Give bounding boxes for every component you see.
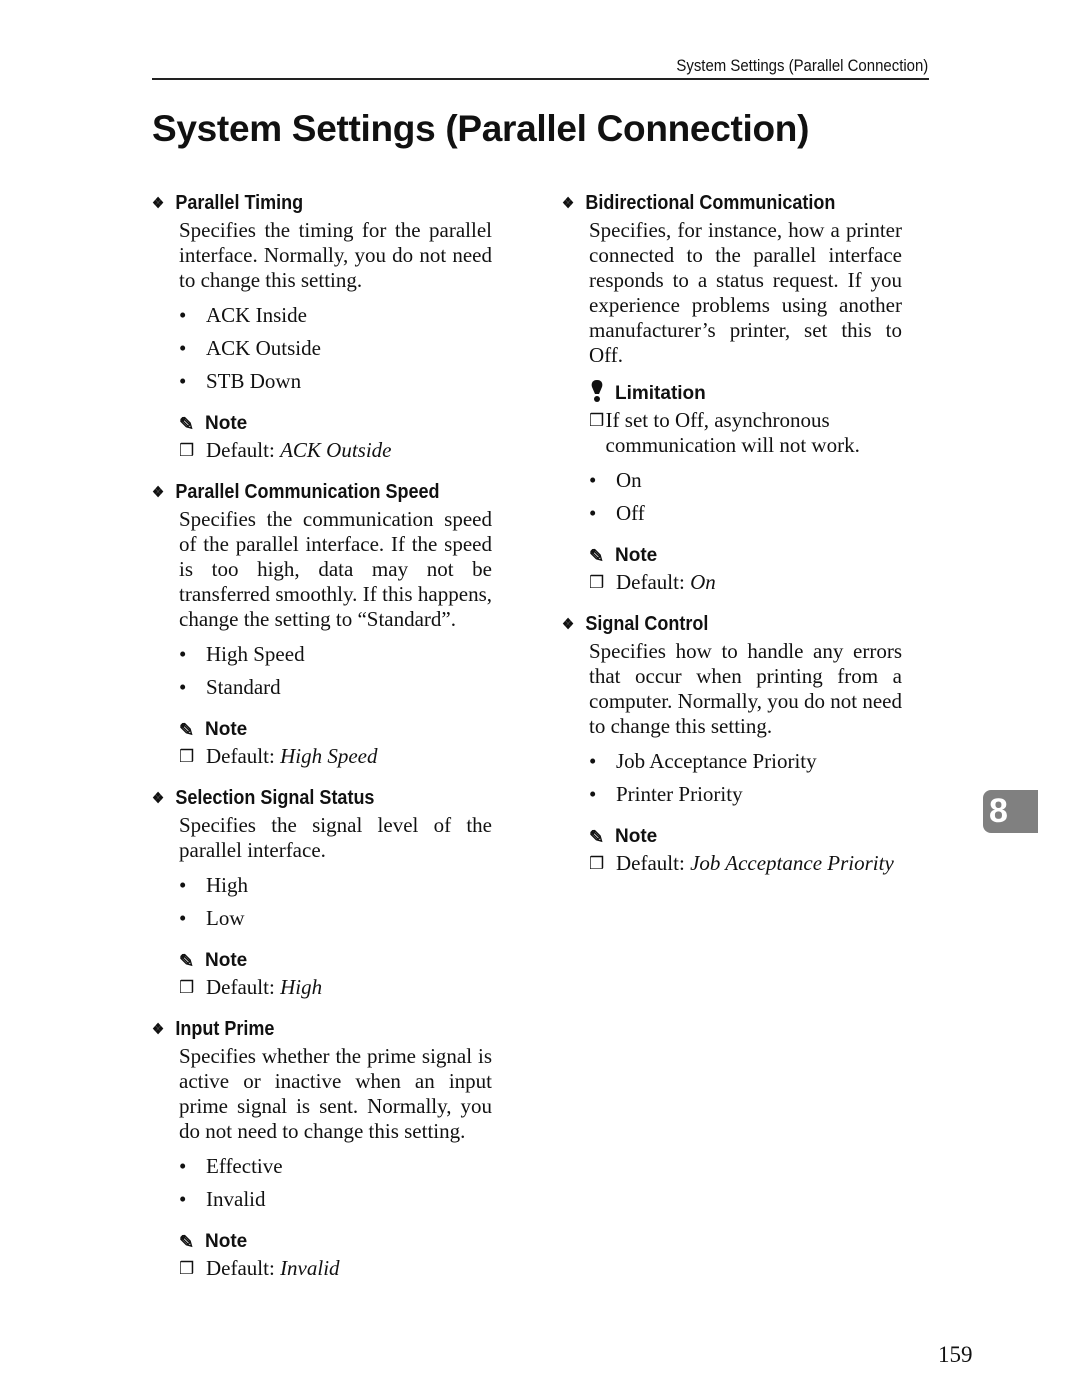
note-heading: ✎ Note: [589, 545, 658, 566]
pencil-icon: ✎: [179, 1231, 195, 1252]
section-heading: Input Prime: [175, 1017, 275, 1040]
chapter-tab: 8: [983, 790, 1038, 833]
default-value: High: [280, 975, 323, 999]
default-value: High Speed: [280, 744, 378, 768]
limitation-item: ❒ If set to Off, asynchronous communicati…: [589, 408, 860, 457]
default-note: ❒ Default: Invalid: [179, 1256, 340, 1280]
running-head: System Settings (Parallel Connection): [676, 56, 928, 75]
option-item: • High Speed: [179, 642, 305, 666]
diamond-bullet-icon: ❖: [152, 1021, 165, 1038]
option-item: • On: [589, 468, 642, 492]
option-item: • Standard: [179, 675, 281, 699]
checkbox-bullet-icon: ❒: [179, 1259, 195, 1278]
default-note: ❒ Default: Job Acceptance Priority: [589, 851, 894, 875]
option-item: • ACK Outside: [179, 336, 321, 360]
section-parallel-communication-speed: ❖ Parallel Communication Speed Specifies …: [152, 477, 492, 769]
option-item: • ACK Inside: [179, 303, 307, 327]
diamond-bullet-icon: ❖: [562, 616, 575, 633]
option-item: • Invalid: [179, 1187, 266, 1211]
section-heading: Parallel Timing: [175, 191, 304, 214]
checkbox-bullet-icon: ❒: [179, 978, 195, 997]
section-signal-control: ❖ Signal Control Specifies how to handle …: [562, 609, 902, 876]
option-item: • Printer Priority: [589, 782, 743, 806]
option-item: • Low: [179, 906, 245, 930]
header-rule: [152, 78, 929, 80]
page-number: 159: [938, 1342, 973, 1367]
option-list: • ACK Inside • ACK Outside • STB Down: [179, 299, 492, 398]
pencil-icon: ✎: [179, 950, 195, 971]
section-heading: Bidirectional Communication: [585, 191, 836, 214]
option-item: • Off: [589, 501, 645, 525]
default-value: ACK Outside: [280, 438, 392, 462]
section-heading: Signal Control: [585, 612, 709, 635]
pencil-icon: ✎: [589, 826, 605, 847]
note-heading: ✎ Note: [589, 826, 658, 847]
section-body: Specifies whether the prime signal is ac…: [179, 1044, 492, 1143]
diamond-bullet-icon: ❖: [152, 195, 165, 212]
section-body: Specifies the timing for the parallel in…: [179, 218, 492, 292]
note-heading: ✎ Note: [179, 950, 248, 971]
option-item: • Effective: [179, 1154, 283, 1178]
page-title: System Settings (Parallel Connection): [152, 108, 810, 149]
default-note: ❒ Default: ACK Outside: [179, 438, 392, 462]
checkbox-bullet-icon: ❒: [589, 411, 605, 430]
pencil-icon: ✎: [179, 413, 195, 434]
limitation-heading: Limitation: [589, 380, 902, 408]
default-note: ❒ Default: High: [179, 975, 323, 999]
pencil-icon: ✎: [179, 719, 195, 740]
section-body: Specifies how to handle any errors that …: [589, 639, 902, 738]
right-column: ❖ Bidirectional Communication Specifies, …: [562, 188, 902, 890]
section-body: Specifies the communication speed of the…: [179, 507, 492, 631]
checkbox-bullet-icon: ❒: [179, 747, 195, 766]
diamond-bullet-icon: ❖: [562, 195, 575, 212]
diamond-bullet-icon: ❖: [152, 790, 165, 807]
checkbox-bullet-icon: ❒: [179, 441, 195, 460]
section-heading: Parallel Communication Speed: [175, 480, 440, 503]
section-body: Specifies the signal level of the parall…: [179, 813, 492, 862]
section-heading: Selection Signal Status: [175, 786, 375, 809]
note-heading: ✎ Note: [179, 1231, 248, 1252]
section-bidirectional-communication: ❖ Bidirectional Communication Specifies, …: [562, 188, 902, 595]
left-column: ❖ Parallel Timing Specifies the timing fo…: [152, 188, 492, 1295]
default-value: On: [690, 570, 716, 594]
option-list: • High Speed • Standard: [179, 638, 492, 704]
diamond-bullet-icon: ❖: [152, 484, 165, 501]
option-list: • On • Off: [589, 464, 902, 530]
option-list: • Job Acceptance Priority • Printer Priori…: [589, 745, 902, 811]
note-heading: ✎ Note: [179, 413, 248, 434]
limitation-icon: [589, 379, 615, 409]
checkbox-bullet-icon: ❒: [589, 854, 605, 873]
default-note: ❒ Default: On: [589, 570, 716, 594]
section-input-prime: ❖ Input Prime Specifies whether the prime…: [152, 1014, 492, 1281]
section-parallel-timing: ❖ Parallel Timing Specifies the timing fo…: [152, 188, 492, 463]
default-note: ❒ Default: High Speed: [179, 744, 378, 768]
checkbox-bullet-icon: ❒: [589, 573, 605, 592]
option-item: • Job Acceptance Priority: [589, 749, 817, 773]
pencil-icon: ✎: [589, 545, 605, 566]
default-value: Invalid: [280, 1256, 340, 1280]
section-selection-signal-status: ❖ Selection Signal Status Specifies the s…: [152, 783, 492, 1000]
option-item: • STB Down: [179, 369, 302, 393]
section-body: Specifies, for instance, how a printer c…: [589, 218, 902, 367]
default-value: Job Acceptance Priority: [690, 851, 894, 875]
option-list: • High • Low: [179, 869, 492, 935]
note-heading: ✎ Note: [179, 719, 248, 740]
option-item: • High: [179, 873, 248, 897]
option-list: • Effective • Invalid: [179, 1150, 492, 1216]
